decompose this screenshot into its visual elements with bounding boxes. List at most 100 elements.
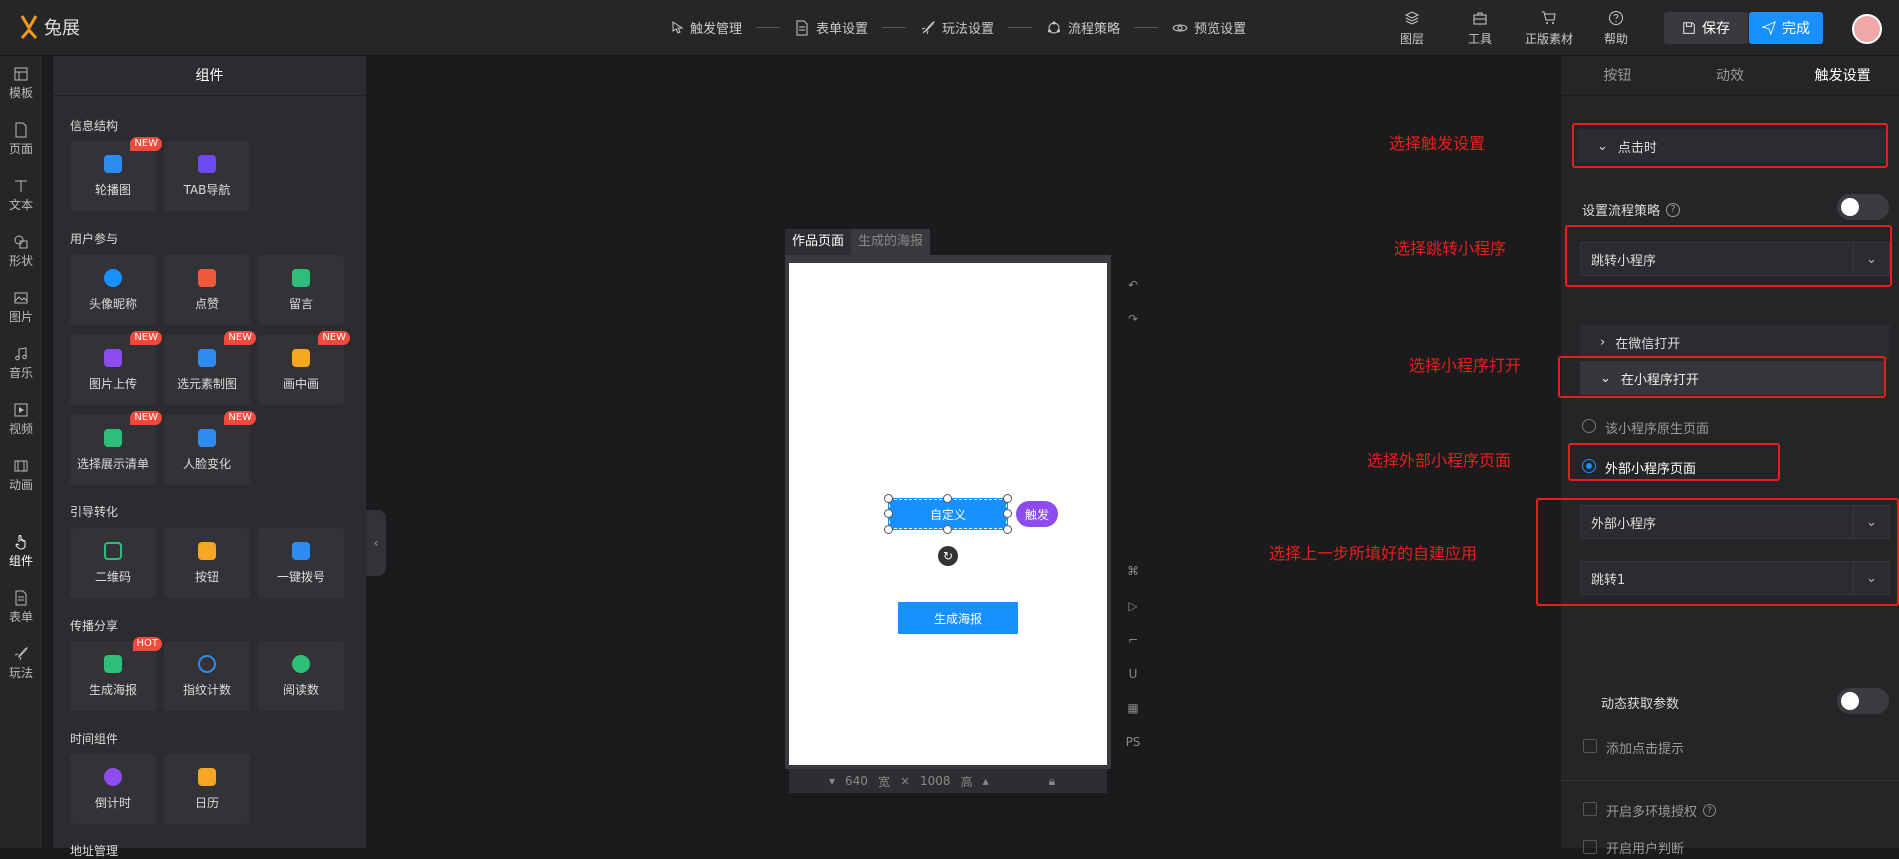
send-icon	[1762, 21, 1776, 35]
comp-pip[interactable]: 画中画 NEW	[258, 331, 350, 405]
lock-icon[interactable]: 🔒︎	[1049, 774, 1055, 789]
comp-avatar[interactable]: 头像昵称	[70, 255, 156, 325]
comp-call[interactable]: 一键拨号	[258, 528, 344, 598]
resize-handle[interactable]	[1003, 494, 1012, 503]
rail-music[interactable]: 音乐	[0, 346, 42, 381]
multi-env-checkbox[interactable]	[1583, 802, 1597, 816]
resize-handle[interactable]	[884, 494, 893, 503]
comp-qrcode[interactable]: 二维码	[70, 528, 156, 598]
native-page-radio[interactable]	[1582, 419, 1596, 433]
resize-handle[interactable]	[943, 525, 952, 534]
logo[interactable]: 兔展	[18, 14, 80, 40]
save-button[interactable]: 保存	[1664, 12, 1748, 44]
comp-face[interactable]: 人脸变化 NEW	[164, 411, 256, 485]
comp-countdown[interactable]: 倒计时	[70, 754, 156, 824]
step-preview[interactable]: 预览设置	[1172, 18, 1246, 37]
width-down-icon[interactable]: ▾	[829, 774, 835, 788]
play-icon[interactable]: ▷	[1124, 597, 1142, 615]
tab-effects[interactable]: 动效	[1674, 56, 1787, 95]
top-bar: 兔展 触发管理 表单设置 玩法设置 流程策略 预览设置 图层 工具 正版素材 帮…	[0, 0, 1899, 56]
rail-image[interactable]: 图片	[0, 290, 42, 325]
flow-strategy-toggle[interactable]	[1837, 194, 1889, 220]
group-title: 时间组件	[70, 732, 119, 746]
rail-animation[interactable]: 动画	[0, 458, 42, 493]
step-form[interactable]: 表单设置	[794, 18, 868, 37]
resize-handle[interactable]	[1003, 525, 1012, 534]
resize-handle[interactable]	[1003, 509, 1012, 518]
face-icon	[198, 428, 216, 447]
generate-poster-element[interactable]: 生成海报	[898, 602, 1018, 634]
question-icon[interactable]: ?	[1666, 202, 1681, 217]
collapse-panel-button[interactable]: ‹	[366, 510, 386, 576]
qrcode-icon	[104, 541, 122, 560]
open-wechat-label: 在微信打开	[1615, 336, 1681, 352]
height-value[interactable]: 1008	[920, 774, 951, 788]
resize-handle[interactable]	[943, 494, 952, 503]
group-title: 用户参与	[70, 232, 119, 246]
rail-component[interactable]: 组件	[0, 534, 42, 569]
command-icon[interactable]: ⌘	[1124, 562, 1142, 580]
new-badge: NEW	[130, 137, 162, 151]
comp-fingerprint[interactable]: 指纹计数	[164, 641, 250, 711]
open-in-wechat-collapse[interactable]: › 在微信打开	[1580, 325, 1890, 359]
resize-handle[interactable]	[884, 509, 893, 518]
trigger-tag[interactable]: 触发	[1016, 501, 1058, 527]
comp-material[interactable]: 选元素制图 NEW	[164, 331, 256, 405]
magnet-icon[interactable]: U	[1124, 665, 1142, 683]
comp-views[interactable]: 阅读数	[258, 641, 344, 711]
save-label: 保存	[1702, 21, 1730, 37]
comp-carousel[interactable]: 轮播图 NEW	[70, 137, 162, 211]
tool-materials[interactable]: 正版素材	[1525, 10, 1573, 47]
tab-button[interactable]: 按钮	[1561, 56, 1674, 95]
height-up-icon[interactable]: ▴	[983, 774, 989, 788]
tab-work-page[interactable]: 作品页面	[785, 229, 852, 255]
rail-text[interactable]: 文本	[0, 178, 42, 213]
note-trigger: 选择触发设置	[1389, 134, 1486, 153]
rail-video[interactable]: 视频	[0, 402, 42, 437]
flow-strategy-label: 设置流程策略?	[1582, 200, 1681, 219]
rail-page[interactable]: 页面	[0, 122, 42, 157]
ps-icon[interactable]: PS	[1124, 733, 1142, 751]
user-avatar[interactable]	[1852, 14, 1882, 44]
step-gameplay[interactable]: 玩法设置	[920, 18, 994, 37]
resize-handle[interactable]	[884, 525, 893, 534]
tab-poster[interactable]: 生成的海报	[851, 229, 931, 255]
tool-layers[interactable]: 图层	[1400, 10, 1424, 47]
comp-tabnav[interactable]: TAB导航	[164, 141, 250, 211]
new-badge: NEW	[130, 411, 162, 425]
link-icon[interactable]: ×	[900, 774, 910, 788]
comp-poster[interactable]: 生成海报 HOT	[70, 637, 162, 711]
grid-icon[interactable]: ▦	[1124, 699, 1142, 717]
undo-icon[interactable]: ↶	[1124, 276, 1142, 294]
tab-trigger-settings[interactable]: 触发设置	[1786, 56, 1899, 95]
rail-template[interactable]: 模板	[0, 66, 42, 101]
comp-label: 生成海报	[88, 682, 137, 697]
user-check-checkbox[interactable]	[1583, 840, 1597, 854]
tool-tools[interactable]: 工具	[1468, 10, 1492, 47]
rail-form[interactable]: 表单	[0, 590, 42, 625]
add-tip-checkbox[interactable]	[1583, 739, 1597, 753]
comp-upload[interactable]: 图片上传 NEW	[70, 331, 162, 405]
dynamic-params-toggle[interactable]	[1837, 688, 1889, 714]
rail-shape[interactable]: 形状	[0, 234, 42, 269]
rail-gameplay[interactable]: 玩法	[0, 646, 42, 681]
step-flow[interactable]: 流程策略	[1046, 18, 1120, 37]
comp-showlist[interactable]: 选择展示清单 NEW	[70, 411, 162, 485]
done-button[interactable]: 完成	[1749, 12, 1823, 44]
rotate-handle-icon[interactable]: ↻	[938, 546, 958, 566]
question-icon[interactable]: ?	[1703, 804, 1717, 817]
comp-calendar[interactable]: 日历	[164, 754, 250, 824]
new-badge: NEW	[318, 331, 350, 345]
redo-icon[interactable]: ↷	[1124, 310, 1142, 328]
comp-button[interactable]: 按钮	[164, 528, 250, 598]
tab-icon	[198, 154, 216, 173]
comp-label: TAB导航	[183, 182, 231, 197]
comp-like[interactable]: 点赞	[164, 255, 250, 325]
comp-comment[interactable]: 留言	[258, 255, 344, 325]
step-trigger[interactable]: 触发管理	[668, 18, 742, 37]
tool-help[interactable]: 帮助	[1604, 10, 1628, 47]
width-value[interactable]: 640	[845, 774, 868, 788]
rail-label: 音乐	[8, 366, 33, 380]
ruler-icon[interactable]: ⌐	[1124, 631, 1142, 649]
comp-label: 阅读数	[282, 682, 319, 697]
